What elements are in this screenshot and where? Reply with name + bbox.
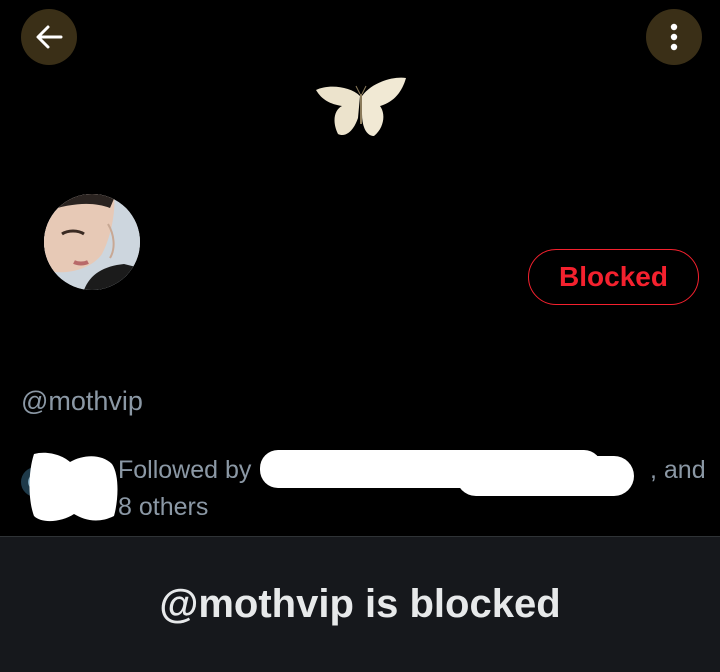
profile-handle: @mothvip (21, 386, 143, 416)
followed-by-suffix: , and (650, 456, 706, 484)
butterfly-icon (316, 77, 406, 136)
redacted-names (456, 456, 634, 496)
blocked-notice: @mothvip is blocked (0, 536, 720, 672)
avatar-photo (44, 194, 140, 290)
followed-by-label: Followed by (118, 456, 252, 484)
more-options-button[interactable] (646, 9, 702, 65)
vertical-ellipsis-icon (670, 23, 678, 51)
arrow-left-icon (36, 25, 63, 49)
blocked-notice-title: @mothvip is blocked (159, 582, 561, 626)
back-button[interactable] (21, 9, 77, 65)
followers-avatars[interactable] (18, 452, 120, 524)
profile-banner (0, 0, 720, 180)
profile-avatar[interactable] (44, 194, 140, 290)
followed-by-info[interactable]: Followed by , and 8 others (118, 450, 708, 526)
blocked-button[interactable]: Blocked (528, 249, 699, 305)
followers-avatar-stack (19, 452, 118, 522)
